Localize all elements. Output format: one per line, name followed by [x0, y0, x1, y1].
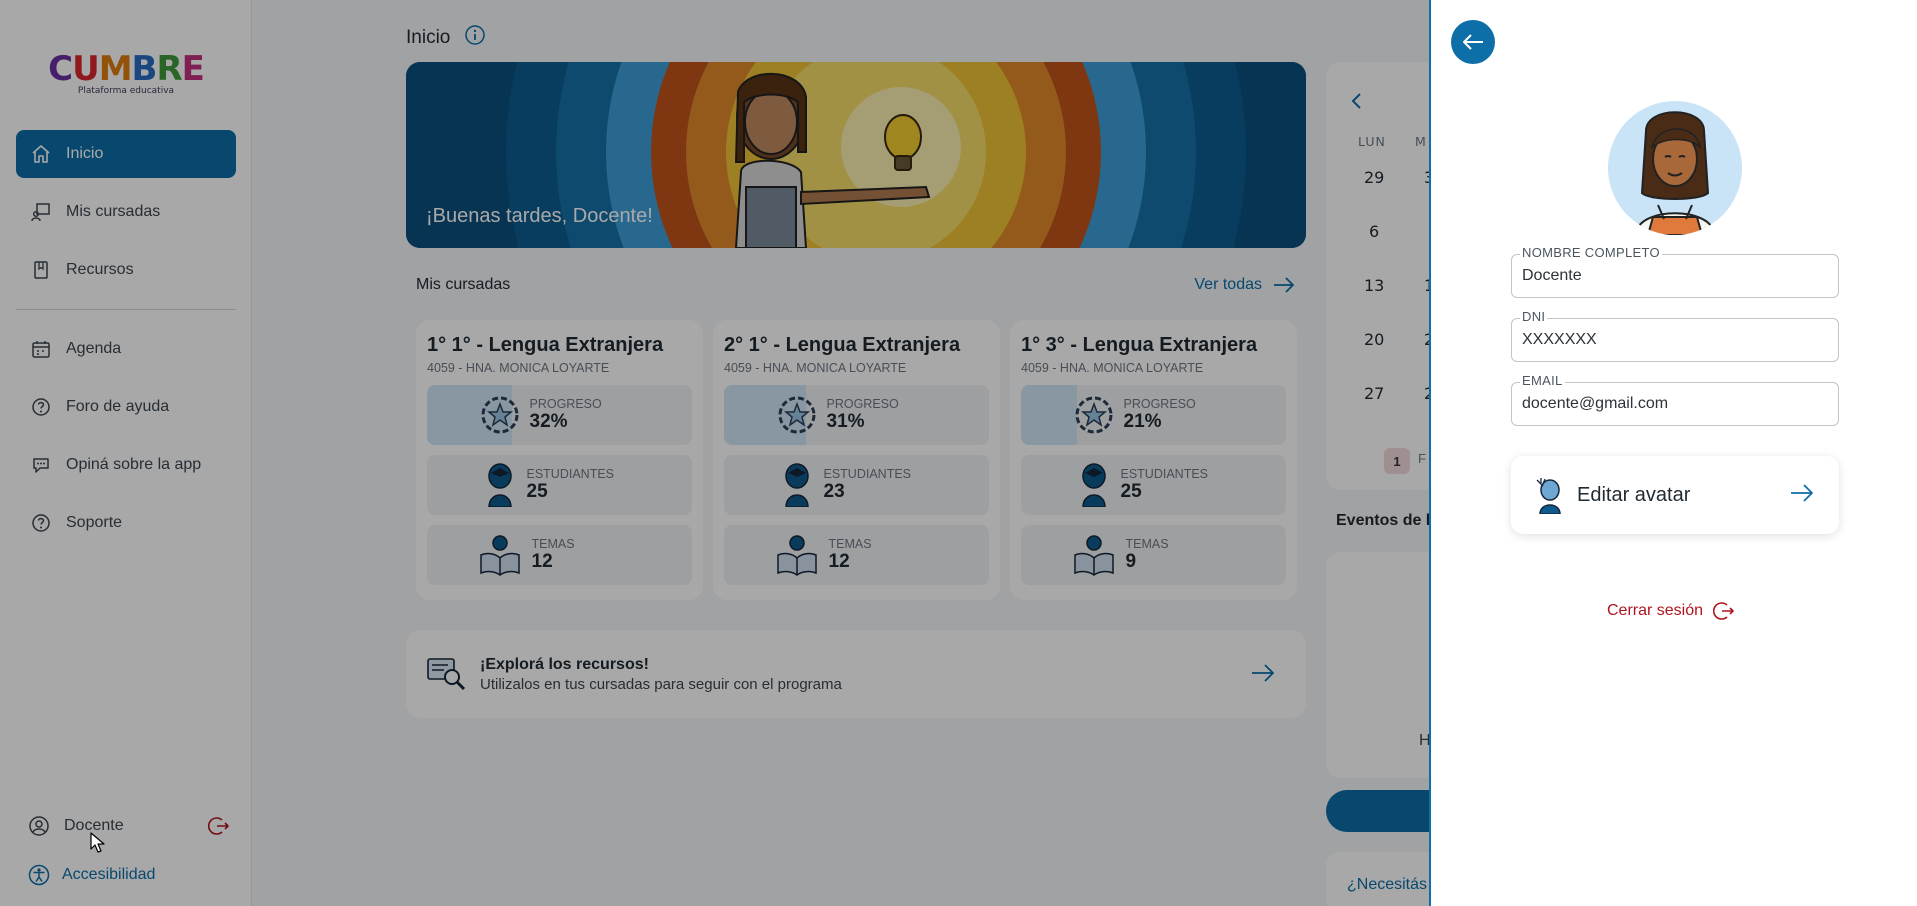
profile-drawer: NOMBRE COMPLETO Docente DNI XXXXXXX EMAI…: [1429, 0, 1917, 906]
email-value: docente@gmail.com: [1522, 395, 1669, 412]
full-name-value: Docente: [1522, 267, 1582, 284]
edit-avatar-label: Editar avatar: [1577, 483, 1691, 506]
full-name-field[interactable]: NOMBRE COMPLETO Docente: [1511, 245, 1839, 298]
edit-avatar-button[interactable]: Editar avatar: [1511, 456, 1839, 534]
email-field[interactable]: EMAIL docente@gmail.com: [1511, 373, 1839, 426]
logout-label: Cerrar sesión: [1607, 602, 1704, 619]
mouse-cursor-icon: [90, 832, 105, 853]
avatar-edit-icon: [1536, 478, 1561, 514]
field-label: EMAIL: [1520, 373, 1565, 388]
logout-icon: [1713, 602, 1734, 620]
avatar: [1608, 101, 1742, 235]
modal-backdrop[interactable]: [0, 0, 1430, 906]
field-label: NOMBRE COMPLETO: [1520, 245, 1662, 260]
logout-button[interactable]: Cerrar sesión: [1607, 600, 1735, 622]
field-label: DNI: [1520, 309, 1548, 324]
back-button[interactable]: [1451, 20, 1495, 64]
arrow-right-icon: [1789, 482, 1815, 509]
dni-value: XXXXXXX: [1522, 331, 1597, 348]
arrow-left-icon: [1463, 34, 1483, 50]
dni-field[interactable]: DNI XXXXXXX: [1511, 309, 1839, 362]
